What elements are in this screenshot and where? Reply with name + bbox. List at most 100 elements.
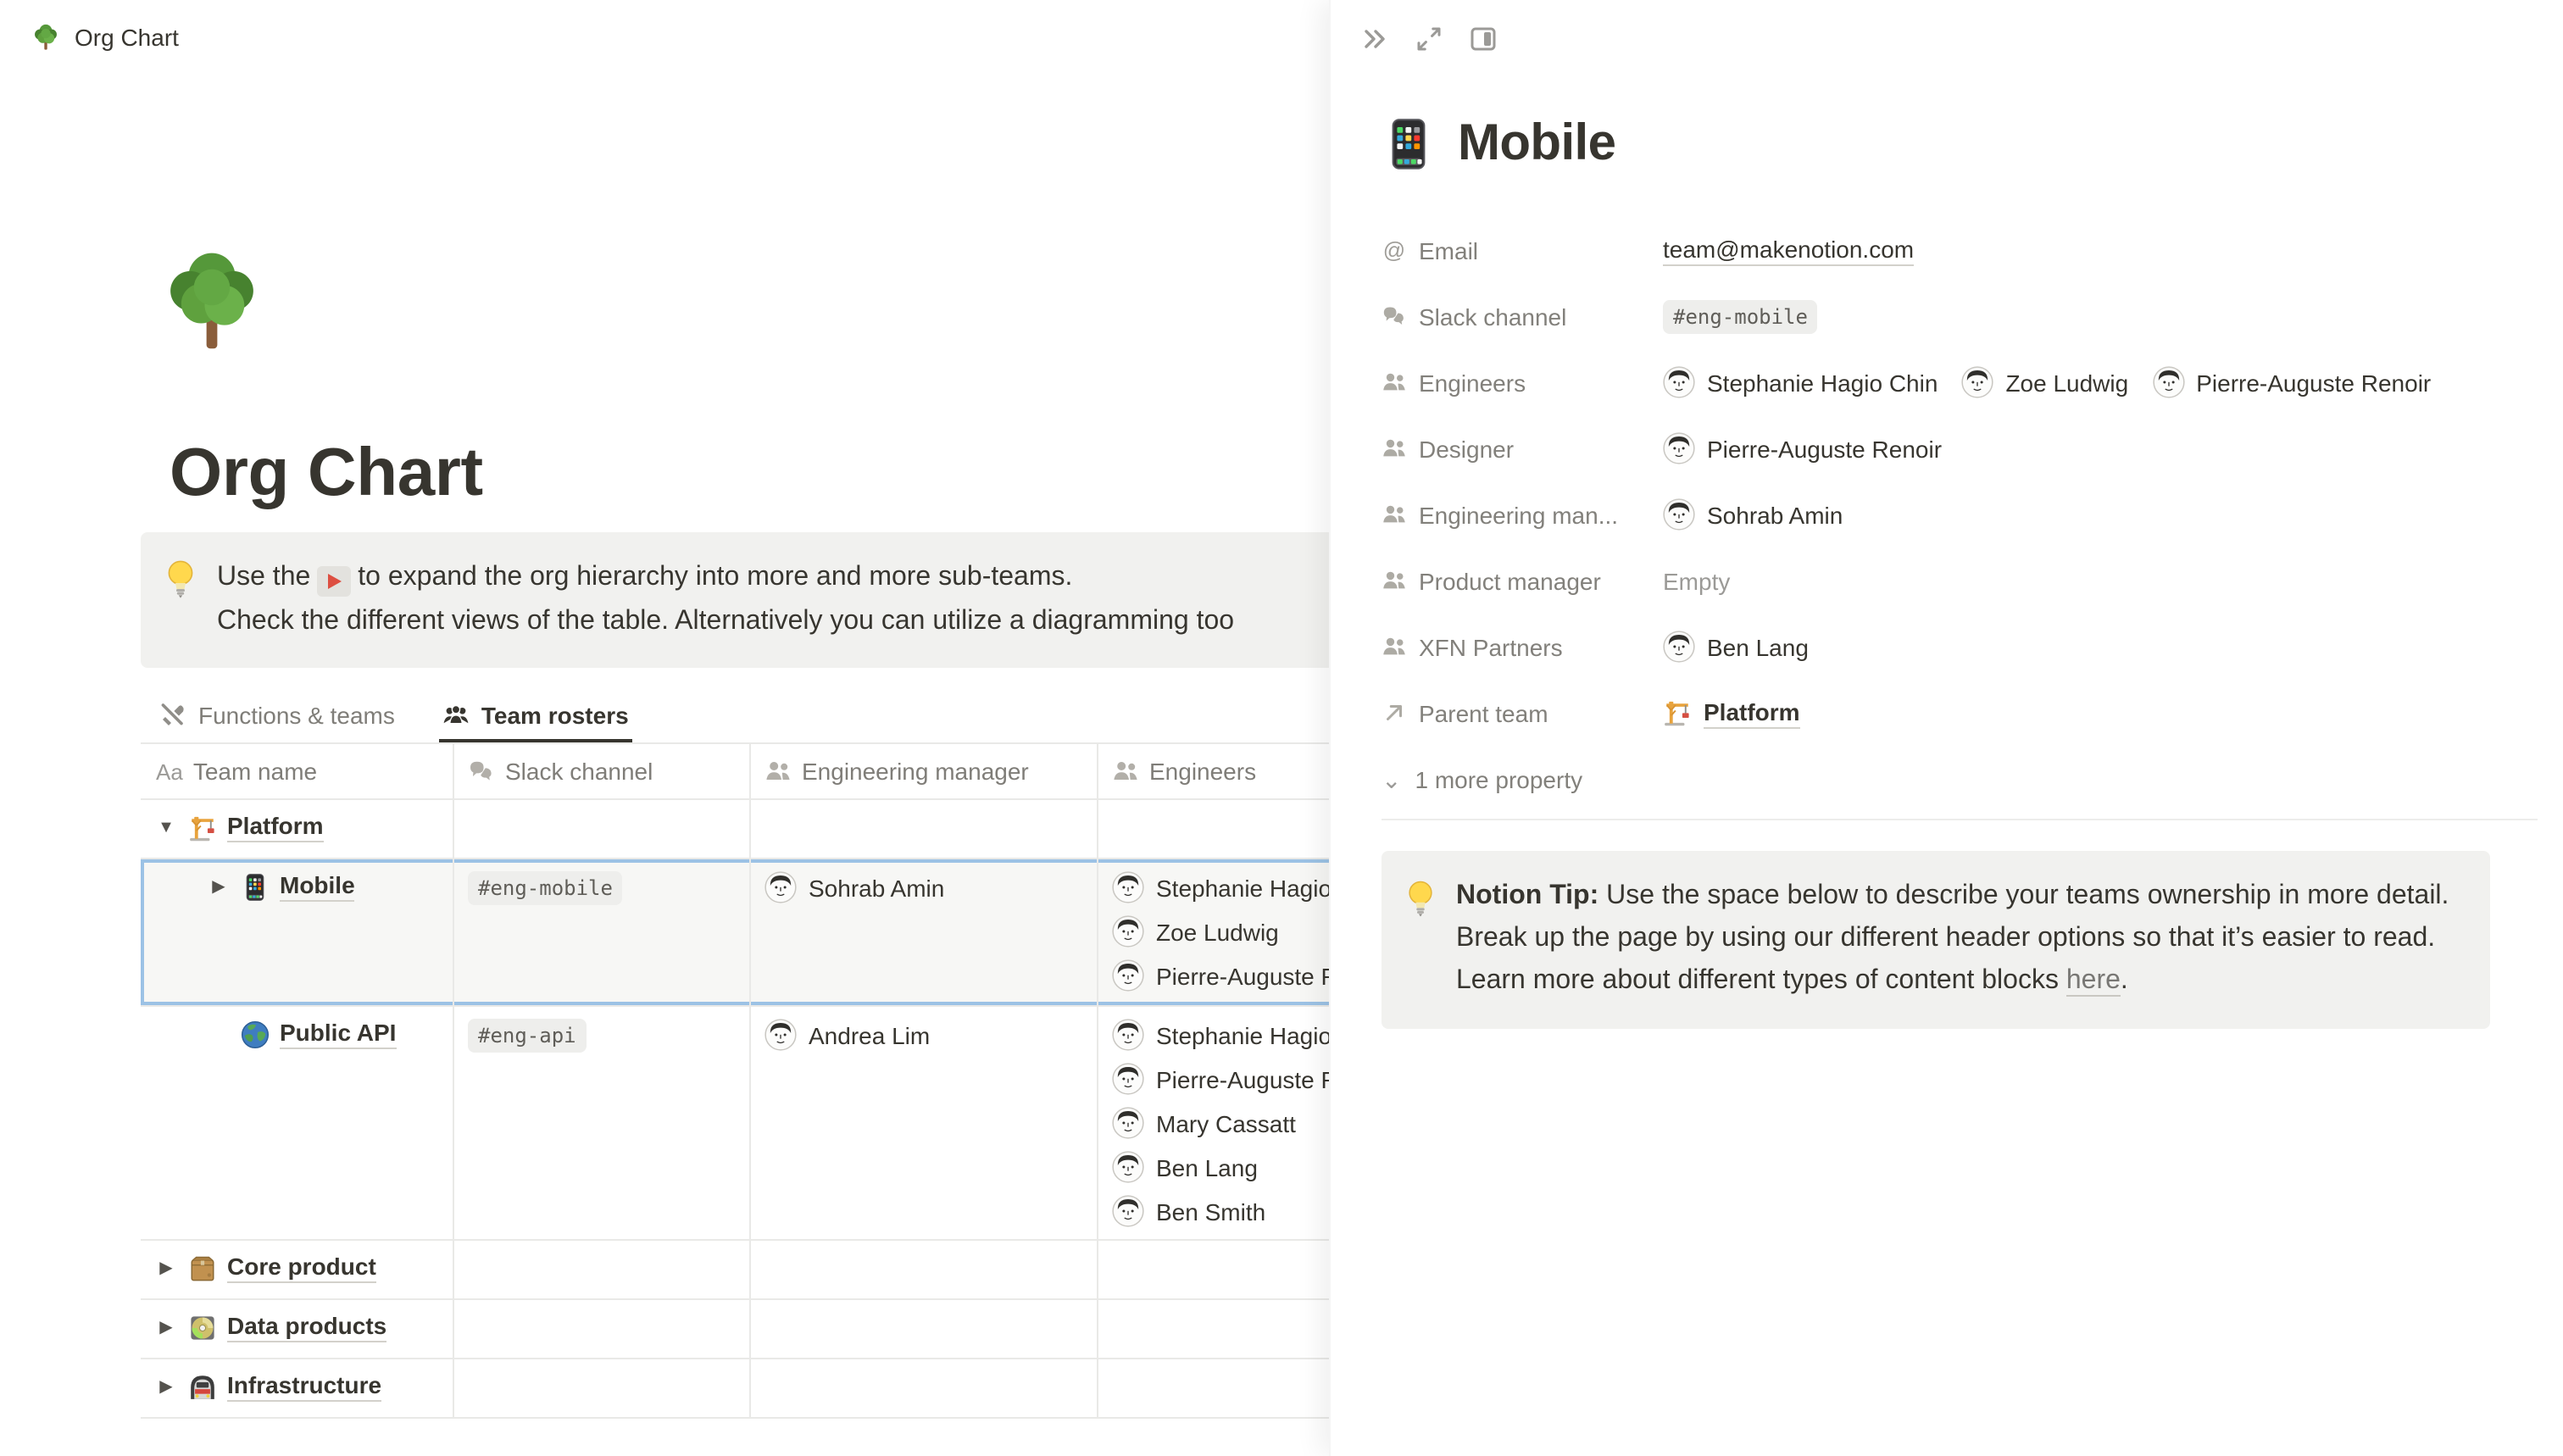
cell-empty[interactable] <box>751 1359 1098 1417</box>
team-page-link[interactable]: Infrastructure <box>188 1371 381 1402</box>
property-label[interactable]: XFN Partners <box>1382 633 1663 660</box>
cell-empty[interactable] <box>454 800 751 858</box>
callout-text: Use theto expand the org hierarchy into … <box>217 556 1234 644</box>
parent-team-page-link[interactable]: Platform <box>1663 697 1800 728</box>
cell-empty[interactable] <box>751 1300 1098 1358</box>
team-page-link[interactable]: Platform <box>188 812 324 842</box>
property-list: @ Email team@makenotion.com Slack channe… <box>1331 217 2563 812</box>
avatar <box>1663 432 1695 464</box>
property-label[interactable]: Slack channel <box>1382 303 1663 330</box>
property-row-email: @ Email team@makenotion.com <box>1331 217 2563 283</box>
here-link[interactable]: here <box>2066 966 2121 997</box>
property-label[interactable]: Engineering man... <box>1382 501 1663 528</box>
people-icon <box>1382 370 1407 395</box>
person-chip[interactable]: Zoe Ludwig <box>1961 366 2128 398</box>
avatar <box>1112 1063 1144 1095</box>
property-label[interactable]: Designer <box>1382 435 1663 462</box>
column-header-engineering-manager[interactable]: Engineering manager <box>751 744 1098 798</box>
person-chip[interactable]: Sohrab Amin <box>1663 498 1843 531</box>
avatar <box>1112 915 1144 948</box>
person-chip[interactable]: Stephanie Hagio Chin <box>1663 366 1938 398</box>
email-link[interactable]: team@makenotion.com <box>1663 235 1914 265</box>
collapse-toggle[interactable]: ▼ <box>151 812 181 846</box>
close-peek-icon[interactable] <box>1359 24 1390 54</box>
people-icon <box>1112 758 1139 785</box>
cell-empty[interactable] <box>454 1241 751 1298</box>
property-label[interactable]: Parent team <box>1382 699 1663 726</box>
avatar <box>1961 366 1993 398</box>
notion-tip-callout: Notion Tip: Use the space below to descr… <box>1382 851 2490 1029</box>
cell-manager[interactable]: Andrea Lim <box>751 1007 1098 1239</box>
property-row-parent-team: Parent team Platform <box>1331 680 2563 746</box>
person-chip[interactable]: Mary Cassatt <box>1112 1107 1296 1139</box>
cell-empty[interactable] <box>751 1241 1098 1298</box>
person-chip[interactable]: Zoe Ludwig <box>1112 915 1279 948</box>
slack-channel-tag[interactable]: #eng-mobile <box>1663 299 1818 333</box>
people-icon <box>1382 502 1407 527</box>
person-chip[interactable]: Andrea Lim <box>764 1019 930 1051</box>
breadcrumb[interactable]: Org Chart <box>75 24 179 51</box>
column-header-team-name[interactable]: Aa Team name <box>141 744 454 798</box>
avatar <box>1112 871 1144 903</box>
crane-icon <box>188 813 217 842</box>
more-properties-button[interactable]: ⌄ 1 more property <box>1331 746 2563 812</box>
column-header-slack-channel[interactable]: Slack channel <box>454 744 751 798</box>
property-label[interactable]: Product manager <box>1382 567 1663 594</box>
slack-channel-tag: #eng-mobile <box>468 871 623 905</box>
crane-icon <box>1663 698 1692 727</box>
divider <box>1382 819 2538 820</box>
team-page-link[interactable]: Mobile <box>241 871 355 902</box>
cell-empty[interactable] <box>751 800 1098 858</box>
chat-icon <box>1382 303 1407 329</box>
chevron-down-icon: ⌄ <box>1382 770 1401 787</box>
person-chip[interactable]: Pierre-Auguste Renoir <box>2152 366 2431 398</box>
people-group-icon <box>442 702 470 729</box>
chat-icon <box>468 758 495 785</box>
property-row-xfn-partners: XFN Partners Ben Lang <box>1331 614 2563 680</box>
mobile-phone-icon <box>241 872 270 901</box>
avatar <box>1663 631 1695 663</box>
property-label[interactable]: @ Email <box>1382 236 1663 264</box>
avatar <box>764 1019 797 1051</box>
property-label[interactable]: Engineers <box>1382 369 1663 396</box>
metro-icon <box>188 1372 217 1401</box>
expand-toggle[interactable]: ▶ <box>203 871 234 905</box>
notion-window: Org Chart Org Chart Use theto expand the… <box>0 0 2563 1456</box>
at-icon: @ <box>1382 237 1407 263</box>
page-title: Mobile <box>1458 115 1615 173</box>
cell-slack[interactable]: #eng-mobile <box>454 859 751 1005</box>
people-icon <box>1382 436 1407 461</box>
expand-toggle[interactable]: ▶ <box>151 1253 181 1287</box>
cell-empty[interactable] <box>454 1359 751 1417</box>
property-row-product-manager: Product manager Empty <box>1331 547 2563 614</box>
person-chip[interactable]: Sohrab Amin <box>764 871 944 903</box>
team-page-link[interactable]: Data products <box>188 1312 386 1342</box>
property-row-slack-channel: Slack channel #eng-mobile <box>1331 283 2563 349</box>
property-row-engineers: Engineers Stephanie Hagio Chin Zoe Ludwi… <box>1331 349 2563 415</box>
page-icon-tree[interactable] <box>154 244 270 359</box>
package-icon <box>188 1253 217 1282</box>
people-icon <box>1382 634 1407 659</box>
team-page-link[interactable]: Core product <box>188 1253 376 1283</box>
avatar <box>1663 366 1695 398</box>
side-peek-mode-icon[interactable] <box>1468 24 1498 54</box>
avatar <box>1112 1107 1144 1139</box>
expand-toggle[interactable]: ▶ <box>151 1312 181 1346</box>
person-chip[interactable]: Ben Lang <box>1663 631 1809 663</box>
person-chip[interactable]: Ben Lang <box>1112 1151 1258 1183</box>
cell-empty[interactable] <box>454 1300 751 1358</box>
mobile-phone-icon[interactable] <box>1382 117 1436 171</box>
tab-functions-and-teams[interactable]: Functions & teams <box>156 695 398 742</box>
arrow-up-right-icon <box>1382 700 1407 725</box>
panel-toolbar <box>1331 0 2563 54</box>
person-chip[interactable]: Pierre-Auguste Renoir <box>1663 432 1942 464</box>
cell-manager[interactable]: Sohrab Amin <box>751 859 1098 1005</box>
team-page-link[interactable]: Public API <box>241 1019 396 1049</box>
person-chip[interactable]: Ben Smith <box>1112 1195 1265 1227</box>
cell-slack[interactable]: #eng-api <box>454 1007 751 1239</box>
empty-value[interactable]: Empty <box>1663 567 1730 594</box>
avatar <box>2152 366 2184 398</box>
tab-team-rosters[interactable]: Team rosters <box>439 695 632 742</box>
expand-page-icon[interactable] <box>1414 24 1444 54</box>
expand-toggle[interactable]: ▶ <box>151 1371 181 1405</box>
